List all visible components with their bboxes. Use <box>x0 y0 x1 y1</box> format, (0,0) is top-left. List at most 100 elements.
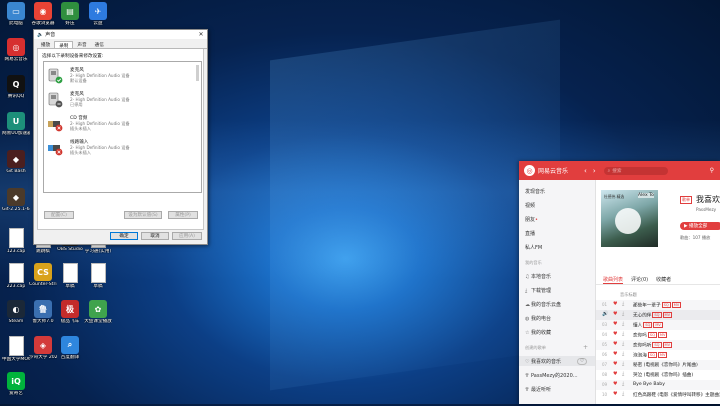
cancel-button[interactable]: 取消 <box>141 232 169 240</box>
like-heart-icon[interactable]: ♥ <box>613 381 617 387</box>
configure-button[interactable]: 配置(C) <box>44 211 74 219</box>
tab-song-list[interactable]: 歌曲列表 <box>603 276 624 284</box>
like-heart-icon[interactable]: ♥ <box>613 341 617 347</box>
table-row[interactable]: 03 ♥ ⤓ 懂人 SQ MV <box>596 320 720 330</box>
sidebar-item-radio[interactable]: ◍ 我的电台 <box>525 315 551 322</box>
download-icon[interactable]: ⤓ <box>622 331 624 337</box>
like-heart-icon[interactable]: ♥ <box>613 321 617 327</box>
desktop-icon[interactable]: ◈汐哥大学 2020 <box>29 336 57 370</box>
sidebar-item-cloud[interactable]: ☁我的音乐云盘 <box>525 301 561 308</box>
desktop-icon[interactable]: ⌕ 百度翻译 <box>56 336 84 370</box>
set-default-button[interactable]: 设为默认值(S) <box>124 211 162 219</box>
download-icon[interactable]: ⤓ <box>622 301 624 307</box>
device-item[interactable]: 麦克风 2- High Definition Audio 设备 默认设备 <box>47 65 187 87</box>
sidebar-item-video[interactable]: 视频 <box>525 202 535 209</box>
desktop-icon[interactable]: ▭ 此电脑 <box>2 2 30 36</box>
playlist-title: 我喜欢 <box>696 195 720 204</box>
sidebar-item-friends[interactable]: 朋友• <box>525 216 538 223</box>
sidebar-item-playlist[interactable]: ⇈ PassMezy的2020... <box>525 372 578 379</box>
properties-button[interactable]: 属性(P) <box>168 211 198 219</box>
desktop-icon[interactable]: 鲁鲁大师7.0 <box>29 300 57 334</box>
song-title: 哭泣 (电视剧《恋你吗》插曲) <box>633 372 693 378</box>
desktop-icon[interactable]: 中国大学MOOC <box>2 336 30 370</box>
desktop-icon[interactable]: 草稿 <box>56 263 84 297</box>
play-all-button[interactable]: ▶ 播放全部 <box>680 222 720 230</box>
like-heart-icon[interactable]: ♥ <box>613 311 617 317</box>
desktop-icon-label: 网易云音乐 <box>4 57 28 62</box>
table-row[interactable]: 07 ♥ ⤓ 秘密 (电视剧《恋你吗》片尾曲) <box>596 360 720 370</box>
desktop-icon[interactable]: CSCounter-Strike Global Off... <box>29 263 57 297</box>
desktop-icon[interactable]: ✿ 大鱼课堂播放 <box>84 300 112 334</box>
desktop-icon[interactable]: ◆Git-2.25.1-64-bit <box>2 188 30 222</box>
desktop-icon[interactable]: iQ 爱奇艺 <box>2 372 30 406</box>
heartbeat-mode-icon[interactable]: ♡ <box>577 358 588 365</box>
search-input[interactable]: ⌕ 搜索 <box>603 166 668 175</box>
tab-subscribers[interactable]: 收藏者 <box>656 276 671 284</box>
playlist-cover[interactable]: 杜德伟 精选 Alex To <box>601 190 658 247</box>
sidebar-item-downloads[interactable]: ⤓ 下载管理 <box>525 287 551 294</box>
download-icon[interactable]: ⤓ <box>622 371 624 377</box>
desktop-icon[interactable]: Q 腾讯QQ <box>2 75 30 109</box>
like-heart-icon[interactable]: ♥ <box>613 391 617 397</box>
forward-icon[interactable]: › <box>593 167 596 175</box>
like-heart-icon[interactable]: ♥ <box>613 361 617 367</box>
desktop-icon[interactable]: 草稿 <box>84 263 112 297</box>
download-icon[interactable]: ⤓ <box>622 321 624 327</box>
tab-playback[interactable]: 播放 <box>37 41 54 48</box>
back-icon[interactable]: ‹ <box>584 167 587 175</box>
desktop-icon[interactable]: 极极品飞车 <box>56 300 84 334</box>
notification-icon[interactable]: ⚲ <box>710 167 714 174</box>
desktop-icon[interactable]: ◐ Steam <box>2 300 30 334</box>
like-heart-icon[interactable]: ♥ <box>613 351 617 357</box>
table-row[interactable]: 08 ♥ ⤓ 哭泣 (电视剧《恋你吗》插曲) <box>596 370 720 380</box>
sidebar-item-discover[interactable]: 发现音乐 <box>525 188 545 195</box>
table-row[interactable]: 🔊 ♥ ⤓ 无心的伴 SQ MV <box>596 310 720 320</box>
sidebar-label: 我喜欢的音乐 <box>531 359 562 365</box>
download-icon[interactable]: ⤓ <box>622 351 624 357</box>
desktop-icon[interactable]: 223.cap <box>2 263 30 297</box>
table-row[interactable]: 09 ♥ ⤓ Bye Bye Baby <box>596 380 720 390</box>
table-row[interactable]: 06 ♥ ⤓ 泡泡海 SQ MV <box>596 350 720 360</box>
add-playlist-button[interactable]: + <box>583 344 588 351</box>
desktop-icon[interactable]: ◎ 网易云音乐 <box>2 38 30 72</box>
like-heart-icon[interactable]: ♥ <box>613 331 617 337</box>
table-row[interactable]: 01 ♥ ⤓ 那些年一辈子 SQ MV <box>596 300 720 310</box>
sidebar-item-private-fm[interactable]: 私人FM <box>525 244 542 251</box>
sidebar-label: 我的收藏 <box>531 330 552 336</box>
desktop-icon[interactable]: ◆ Git Bash <box>2 150 30 184</box>
netease-music-icon: ◎ <box>7 38 25 56</box>
desktop-icon-label: 百度翻译 <box>60 355 80 360</box>
table-row[interactable]: 10 ♥ ⤓ 红色高跟鞋 (电影《爱情呼叫转移》主题曲) <box>596 390 720 400</box>
like-heart-icon[interactable]: ♥ <box>613 301 617 307</box>
tab-recording[interactable]: 录制 <box>54 41 74 49</box>
desktop-icon-label: Counter-Strike Global Off... <box>29 282 57 287</box>
apply-button[interactable]: 应用(A) <box>172 232 202 240</box>
download-icon[interactable]: ⤓ <box>622 311 624 317</box>
sidebar-item-liked[interactable]: ♡ 我喜欢的音乐 <box>525 358 561 365</box>
table-row[interactable]: 04 ♥ ⤓ 恋你吗 SQ MV <box>596 330 720 340</box>
ok-button[interactable]: 确定 <box>110 232 138 240</box>
dialog-titlebar[interactable]: 🔈 声音 ✕ <box>34 30 207 39</box>
desktop-icon[interactable]: 123.cap <box>2 228 30 262</box>
download-icon[interactable]: ⤓ <box>622 361 624 367</box>
device-item[interactable]: 线路输入 2- High Definition Audio 设备 插头未插入 <box>47 137 187 159</box>
device-item[interactable]: CD 音频 2- High Definition Audio 设备 插头未插入 <box>47 113 187 135</box>
close-icon[interactable]: ✕ <box>195 31 207 38</box>
like-heart-icon[interactable]: ♥ <box>613 371 617 377</box>
device-item[interactable]: 麦克风 2- High Definition Audio 设备 已停用 <box>47 89 187 111</box>
playlist-author[interactable]: PassMezy <box>696 207 716 212</box>
device-list[interactable]: 麦克风 2- High Definition Audio 设备 默认设备 麦克风… <box>43 61 202 193</box>
sidebar-item-local-music[interactable]: ♫ 本地音乐 <box>525 273 551 280</box>
tab-comments[interactable]: 评论(0) <box>631 276 648 284</box>
tab-sounds[interactable]: 声音 <box>73 41 90 48</box>
download-icon[interactable]: ⤓ <box>622 391 624 397</box>
scrollbar[interactable] <box>196 65 199 81</box>
download-icon[interactable]: ⤓ <box>622 381 624 387</box>
sidebar-item-recent[interactable]: ⇈ 最近听听 <box>525 386 551 393</box>
sidebar-item-live[interactable]: 直播 <box>525 230 535 237</box>
desktop-icon[interactable]: U 网易UU加速器 <box>2 112 30 146</box>
sidebar-item-collection[interactable]: ☆ 我的收藏 <box>525 329 551 336</box>
table-row[interactable]: 05 ♥ ⤓ 恋你吗听 SQ MV <box>596 340 720 350</box>
tab-communications[interactable]: 通信 <box>91 41 108 48</box>
download-icon[interactable]: ⤓ <box>622 341 624 347</box>
